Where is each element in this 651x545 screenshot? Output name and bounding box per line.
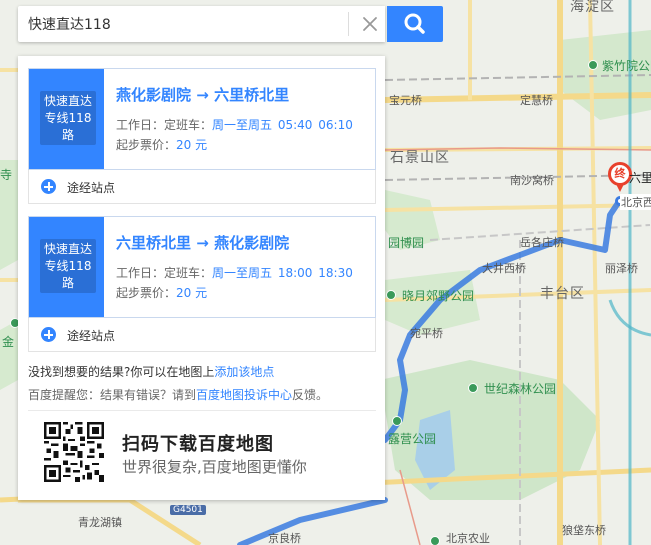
stations-toggle[interactable]: 途经站点 — [28, 170, 376, 204]
map-label-langtaidong: 狼垡东桥 — [562, 524, 606, 537]
map-label-shijingshan: 石景山区 — [390, 150, 450, 166]
map-label-yuangebei: 岳各庄桥 — [520, 236, 564, 249]
route-to: 六里桥北里 — [214, 86, 290, 104]
map-label-haidian: 海淀区 — [570, 0, 615, 15]
plus-icon — [41, 327, 56, 342]
map-label-baoyuan: 宝元桥 — [389, 94, 422, 107]
search-separator — [348, 12, 349, 36]
search-button[interactable] — [387, 6, 443, 42]
park-icon — [430, 536, 440, 545]
results-panel: 快速直达 专线118 路 燕化影剧院 → 六里桥北里 工作日：定班车：周一至周五… — [18, 56, 385, 500]
search-input[interactable] — [18, 6, 346, 42]
schedule-days: 周一至周五 — [212, 118, 273, 132]
stations-label: 途经站点 — [67, 329, 116, 343]
highway-shield: G4501 — [170, 505, 206, 515]
complaint-center-link[interactable]: 百度地图投诉中心 — [196, 388, 292, 402]
search-box — [18, 6, 385, 42]
badge-line-3: 路 — [61, 276, 74, 290]
promo-subtitle: 世界很复杂,百度地图更懂你 — [122, 458, 307, 476]
map-label-end: 六里 — [629, 171, 651, 185]
result-badge-column: 快速直达 专线118 路 — [29, 69, 104, 169]
report-text: 百度提醒您：结果有错误？请到 — [28, 388, 197, 402]
fare-label: 起步票价： — [116, 138, 177, 152]
schedule-time: 06:10 — [318, 118, 353, 132]
map-label-luying: 露营公园 — [388, 432, 437, 446]
map-label-beijingxi: 北京西 — [620, 194, 651, 210]
schedule-days: 周一至周五 — [212, 266, 273, 280]
map-label-jin: 金 — [2, 335, 15, 349]
map-label-shiji: 世纪森林公园 — [484, 382, 557, 396]
map-label-lize: 丽泽桥 — [605, 262, 638, 275]
badge-line-1: 快速直达 — [43, 94, 92, 108]
result-card[interactable]: 快速直达 专线118 路 六里桥北里 → 燕化影剧院 工作日：定班车：周一至周五… — [28, 216, 376, 318]
add-place-link[interactable]: 添加该地点 — [214, 365, 274, 379]
bus-line-badge: 快速直达 专线118 路 — [40, 91, 96, 145]
not-found-notice: 没找到想要的结果?你可以在地图上添加该地点 — [28, 363, 274, 380]
clear-search-button[interactable] — [356, 10, 384, 38]
schedule-time: 18:30 — [318, 266, 353, 280]
schedule-label: 工作日：定班车： — [116, 118, 213, 132]
not-found-text: 没找到想要的结果?你可以在地图上 — [28, 365, 215, 379]
fare-value: 20 元 — [176, 138, 208, 152]
park-icon — [588, 60, 598, 70]
promo-title: 扫码下载百度地图 — [122, 434, 274, 455]
park-icon — [468, 383, 478, 393]
qr-code-icon[interactable] — [44, 422, 104, 482]
fare-line: 起步票价：20 元 — [116, 136, 207, 153]
result-badge-column: 快速直达 专线118 路 — [29, 217, 104, 317]
badge-line-1: 快速直达 — [43, 242, 92, 256]
park-icon — [392, 416, 402, 426]
result-card[interactable]: 快速直达 专线118 路 燕化影剧院 → 六里桥北里 工作日：定班车：周一至周五… — [28, 68, 376, 170]
badge-line-2: 专线118 — [44, 259, 92, 273]
map-label-fengtai: 丰台区 — [540, 286, 585, 302]
route-arrow: → — [196, 234, 209, 252]
schedule-label: 工作日：定班车： — [116, 266, 213, 280]
divider — [28, 410, 376, 411]
schedule-line: 工作日：定班车：周一至周五 18:00 18:30 — [116, 264, 353, 281]
report-notice: 百度提醒您：结果有错误？请到百度地图投诉中心反馈。 — [28, 386, 328, 403]
map-label-xiaoyue: 晓月郊野公园 — [402, 289, 475, 303]
fare-line: 起步票价：20 元 — [116, 284, 207, 301]
map-label-dajingxi: 大井西桥 — [482, 262, 526, 275]
route-title[interactable]: 燕化影剧院 → 六里桥北里 — [116, 84, 289, 105]
route-from: 燕化影剧院 — [116, 86, 192, 104]
route-arrow: → — [196, 86, 209, 104]
map-label-zizhuyuan: 紫竹院公园 — [602, 59, 651, 73]
map-label-shi: 寺 — [0, 168, 13, 182]
map-label-qinglong: 青龙湖镇 — [78, 516, 122, 529]
park-icon — [386, 290, 396, 300]
route-to: 燕化影剧院 — [214, 234, 290, 252]
schedule-time: 05:40 — [277, 118, 313, 132]
badge-line-3: 路 — [61, 128, 74, 142]
schedule-time: 18:00 — [277, 266, 313, 280]
map-label-jingliang: 京良桥 — [268, 532, 301, 545]
map-label-beijingnong: 北京农业 — [446, 532, 490, 545]
map-label-nanshawo: 南沙窝桥 — [510, 174, 554, 187]
map-label-wanping: 宛平桥 — [410, 327, 443, 340]
route-title[interactable]: 六里桥北里 → 燕化影剧院 — [116, 232, 289, 253]
map-label-dinghui: 定慧桥 — [520, 94, 553, 107]
plus-icon — [41, 179, 56, 194]
map-label-yuanbo: 园博园 — [388, 236, 425, 250]
stations-label: 途经站点 — [67, 181, 116, 195]
fare-value: 20 元 — [176, 286, 208, 300]
report-suffix: 反馈。 — [292, 388, 329, 402]
schedule-line: 工作日：定班车：周一至周五 05:40 06:10 — [116, 116, 353, 133]
route-from: 六里桥北里 — [116, 234, 192, 252]
search-icon — [404, 13, 425, 34]
stations-toggle[interactable]: 途经站点 — [28, 318, 376, 352]
close-icon — [363, 17, 377, 31]
badge-line-2: 专线118 — [44, 111, 92, 125]
fare-label: 起步票价： — [116, 286, 177, 300]
bus-line-badge: 快速直达 专线118 路 — [40, 239, 96, 293]
